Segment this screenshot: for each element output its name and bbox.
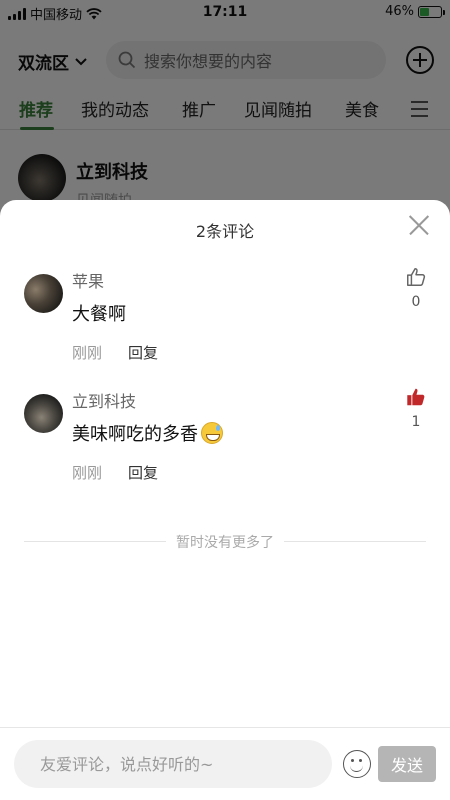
- sheet-title: 2条评论: [195, 222, 255, 241]
- comment-author[interactable]: 立到科技: [72, 388, 136, 412]
- emoji-icon[interactable]: [343, 750, 371, 778]
- close-icon[interactable]: [408, 214, 430, 236]
- avatar[interactable]: [24, 274, 63, 313]
- grinning-sweat-emoji-icon: [201, 422, 223, 444]
- comment-text-content: 美味啊吃的多香: [72, 424, 198, 445]
- like-button[interactable]: 1: [404, 386, 428, 430]
- send-button[interactable]: 发送: [378, 746, 436, 782]
- end-of-list: 暂时没有更多了: [0, 532, 450, 552]
- end-of-list-label: 暂时没有更多了: [166, 535, 284, 551]
- thumbs-up-icon: [407, 268, 426, 286]
- comment-input[interactable]: [14, 740, 332, 788]
- comment-text-content: 大餐啊: [72, 304, 126, 325]
- comment-author[interactable]: 苹果: [72, 268, 104, 292]
- comment-input-bar: 发送: [0, 727, 450, 800]
- comment-time: 刚刚: [72, 344, 103, 362]
- comment-item: 苹果 大餐啊 刚刚 回复 0: [0, 268, 450, 378]
- reply-button[interactable]: 回复: [128, 462, 158, 483]
- comment-time: 刚刚: [72, 464, 103, 482]
- comment-item: 立到科技 美味啊吃的多香 刚刚 回复 1: [0, 388, 450, 498]
- avatar[interactable]: [24, 394, 63, 433]
- like-count: 0: [411, 294, 421, 310]
- like-count: 1: [411, 414, 421, 430]
- like-button[interactable]: 0: [404, 266, 428, 310]
- comments-sheet: 2条评论 苹果 大餐啊 刚刚 回复 0 立到科技 美味啊吃的多香 刚刚 回复 1…: [0, 200, 450, 800]
- reply-button[interactable]: 回复: [128, 342, 158, 363]
- comment-text: 大餐啊: [72, 300, 126, 326]
- thumbs-up-filled-icon: [407, 388, 425, 406]
- comment-text: 美味啊吃的多香: [72, 420, 223, 446]
